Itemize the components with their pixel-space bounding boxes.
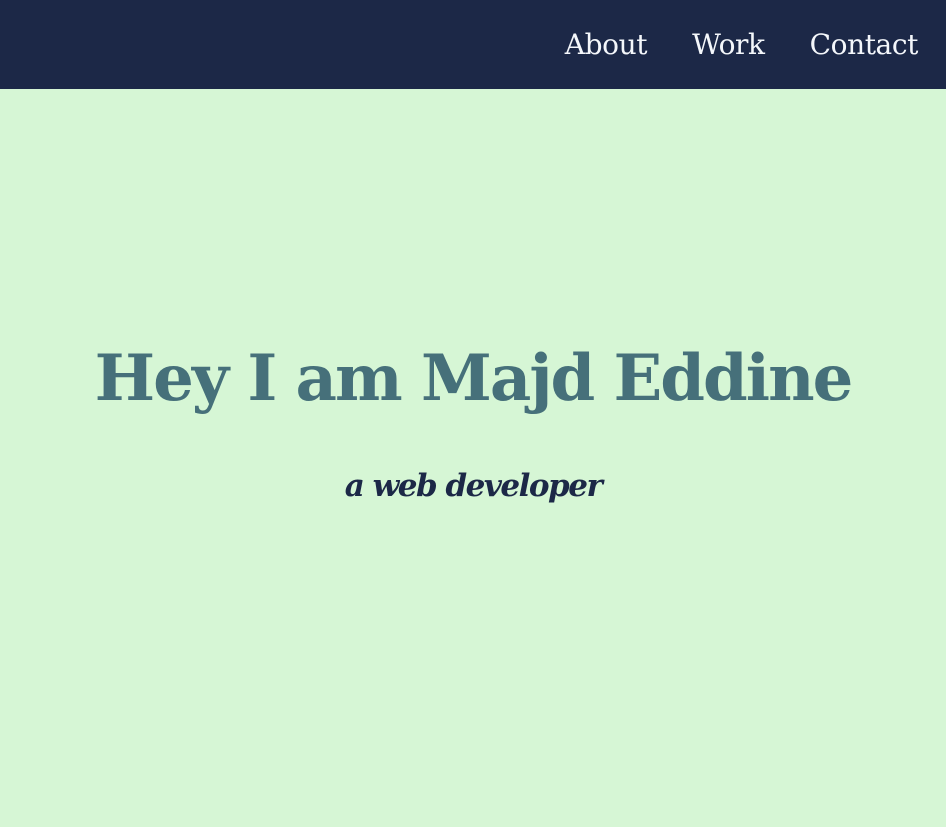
hero-subtitle: a web developer — [344, 468, 603, 504]
hero-section: Hey I am Majd Eddine a web developer — [0, 89, 946, 827]
site-header: About Work Contact — [0, 0, 946, 89]
nav-link-about[interactable]: About — [565, 30, 648, 59]
nav-link-contact[interactable]: Contact — [810, 30, 919, 59]
nav-link-work[interactable]: Work — [692, 30, 765, 59]
hero-title: Hey I am Majd Eddine — [94, 341, 854, 416]
main-nav: About Work Contact — [565, 0, 919, 89]
